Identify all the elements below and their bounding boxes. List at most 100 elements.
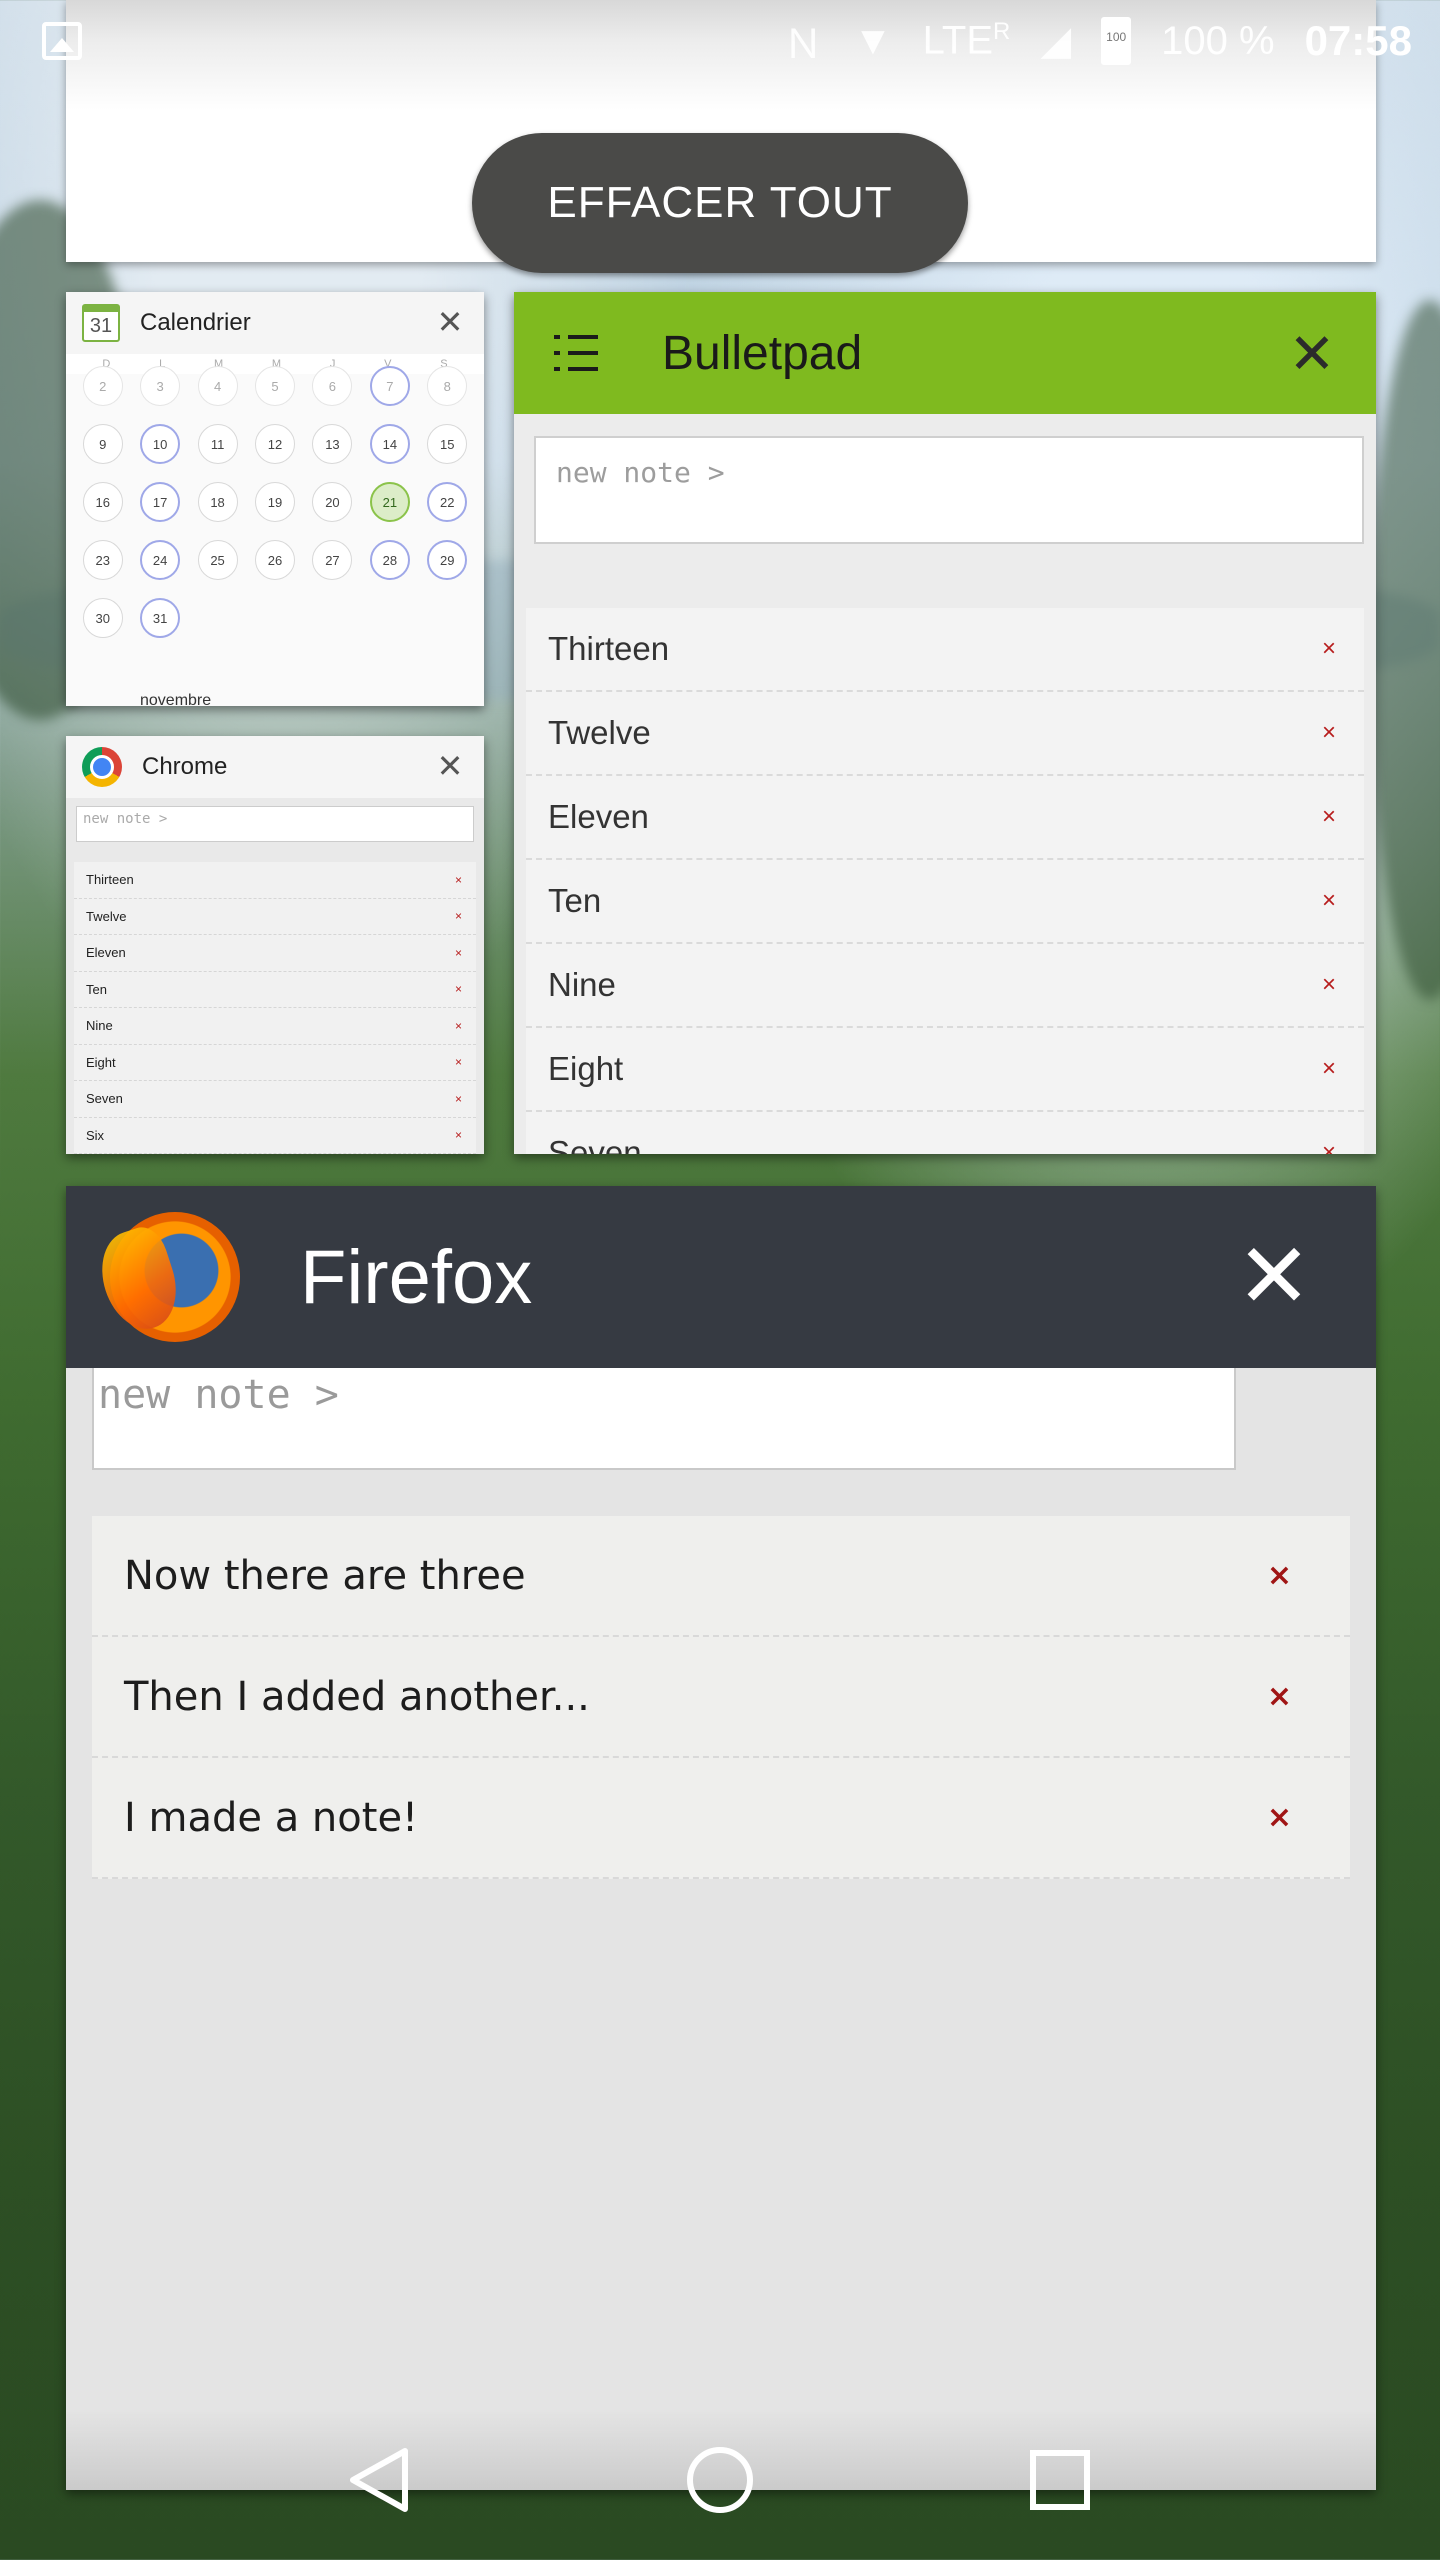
chrome-note-text: Thirteen (86, 872, 134, 888)
recents-button[interactable] (1015, 2435, 1105, 2525)
close-icon: ✕ (436, 748, 464, 784)
calendar-day-cell: 25 (197, 540, 238, 580)
firefox-logo-icon (110, 1212, 240, 1342)
bulletpad-list-icon (554, 331, 598, 375)
clock: 07:58 (1304, 17, 1412, 64)
close-firefox-card-button[interactable]: ✕ (1232, 1227, 1316, 1327)
delete-note-icon: × (454, 945, 462, 960)
bulletpad-card-title: Bulletpad (662, 326, 863, 380)
calendar-card-title: Calendrier (140, 309, 251, 336)
bulletpad-note-item: Nine × (526, 944, 1364, 1028)
close-calendar-card-button[interactable]: ✕ (432, 304, 468, 340)
calendar-day-cell: 24 (140, 540, 181, 580)
chrome-logo-icon (82, 747, 122, 787)
chrome-note-item: Seven × (74, 1081, 476, 1118)
chrome-note-item: Nine × (74, 1008, 476, 1045)
firefox-note-input: new note > (92, 1368, 1236, 1470)
calendar-card-header: 31 Calendrier ✕ (66, 292, 484, 354)
chrome-note-input: new note > (76, 806, 474, 842)
delete-note-icon: × (454, 1091, 462, 1106)
back-button[interactable] (335, 2435, 425, 2525)
recent-app-card-bulletpad[interactable]: Bulletpad ✕ new note > Thirteen × Twelve × E… (514, 292, 1376, 1154)
bulletpad-note-item: Eleven × (526, 776, 1364, 860)
nfc-icon: Ｎ (783, 23, 824, 67)
calendar-day-cell: 11 (197, 424, 238, 464)
signal-icon: ◢ (1040, 19, 1072, 63)
delete-note-icon: × (1321, 887, 1336, 914)
bulletpad-note-item: Twelve × (526, 692, 1364, 776)
recent-app-card-calendar[interactable]: 31 Calendrier ✕ DLMMJVS 2 3 4 5 6 7 8 9 10 11 12 13… (66, 292, 484, 706)
calendar-app-icon: 31 (82, 304, 120, 342)
triangle-back-icon (350, 2448, 408, 2512)
delete-note-icon: × (1321, 635, 1336, 662)
delete-note-icon: × (454, 1018, 462, 1033)
delete-note-icon: × (1266, 1558, 1292, 1593)
chrome-card-title: Chrome (142, 753, 228, 780)
calendar-day-cell: 31 (140, 598, 181, 638)
delete-note-icon: × (1321, 719, 1336, 746)
firefox-note-list: Now there are three × Then I added another… (92, 1516, 1350, 1879)
calendar-month-grid: 2 3 4 5 6 7 8 9 10 11 12 13 14 15 16 17 18 19 20 21 22 23 24 25… (66, 366, 484, 638)
gallery-notification-icon (42, 22, 82, 60)
calendar-day-cell: 20 (312, 482, 353, 522)
home-button[interactable] (675, 2435, 765, 2525)
firefox-note-item: Then I added another... × (92, 1637, 1350, 1758)
calendar-day-cell: 22 (427, 482, 468, 522)
delete-note-icon: × (454, 1128, 462, 1143)
delete-note-icon: × (1321, 971, 1336, 998)
chrome-note-item: Eleven × (74, 935, 476, 972)
calendar-day-cell: 10 (140, 424, 181, 464)
calendar-day-cell: 26 (254, 540, 295, 580)
firefox-note-item: Now there are three × (92, 1516, 1350, 1637)
chrome-note-text: Six (86, 1127, 105, 1143)
calendar-day-cell: 15 (427, 424, 468, 464)
firefox-note-text: Then I added another... (124, 1673, 590, 1720)
calendar-next-month-label: novembre (140, 692, 212, 706)
chrome-card-header: Chrome ✕ (66, 736, 484, 798)
delete-note-icon: × (454, 909, 462, 924)
calendar-day-cell: 13 (312, 424, 353, 464)
network-type: LTER (922, 18, 1011, 63)
status-bar: Ｎ ▼ LTER ◢ 100 100 % 07:58 (0, 0, 1440, 82)
calendar-day-cell: 8 (427, 366, 468, 406)
calendar-day-cell: 30 (82, 598, 123, 638)
chrome-note-text: Seven (86, 1091, 123, 1107)
calendar-day-cell: 9 (82, 424, 123, 464)
chrome-note-text: Eight (86, 1054, 116, 1070)
calendar-day-cell: 5 (254, 366, 295, 406)
bulletpad-note-text: Thirteen (548, 630, 670, 667)
calendar-day-cell: 21 (369, 482, 410, 522)
bulletpad-note-text: Twelve (548, 714, 651, 751)
battery-percent: 100 % (1161, 18, 1275, 63)
square-recents-icon (1030, 2450, 1090, 2510)
calendar-day-cell: 17 (140, 482, 181, 522)
calendar-day-cell: 2 (82, 366, 123, 406)
close-icon: ✕ (436, 304, 464, 340)
firefox-note-item: I made a note! × (92, 1758, 1350, 1879)
delete-note-icon: × (1321, 803, 1336, 830)
calendar-day-cell: 12 (254, 424, 295, 464)
calendar-day-cell: 28 (369, 540, 410, 580)
calendar-day-cell: 18 (197, 482, 238, 522)
calendar-day-cell: 4 (197, 366, 238, 406)
firefox-note-text: I made a note! (124, 1794, 419, 1841)
clear-all-button[interactable]: EFFACER TOUT (472, 133, 968, 273)
circle-home-icon (687, 2447, 753, 2513)
bulletpad-note-list: Thirteen × Twelve × Eleven × Ten × Nine × Eight × Se… (526, 608, 1364, 1154)
bulletpad-note-text: Seven (548, 1134, 642, 1154)
calendar-day-cell: 14 (369, 424, 410, 464)
close-chrome-card-button[interactable]: ✕ (432, 748, 468, 784)
delete-note-icon: × (454, 1055, 462, 1070)
chrome-note-text: Nine (86, 1018, 113, 1034)
recent-app-card-chrome[interactable]: Chrome ✕ new note > Thirteen × Twelve × Elev… (66, 736, 484, 1154)
close-bulletpad-card-button[interactable]: ✕ (1284, 322, 1340, 385)
calendar-day-cell: 29 (427, 540, 468, 580)
chrome-note-text: Eleven (86, 945, 126, 961)
firefox-note-text: Now there are three (124, 1552, 526, 1599)
recent-app-card-firefox[interactable]: Firefox ✕ new note > Now there are three… (66, 1186, 1376, 2490)
navigation-bar (0, 2420, 1440, 2540)
battery-icon: 100 (1101, 17, 1132, 65)
close-icon: ✕ (1236, 1226, 1312, 1327)
bulletpad-note-text: Eight (548, 1050, 624, 1087)
delete-note-icon: × (454, 982, 462, 997)
